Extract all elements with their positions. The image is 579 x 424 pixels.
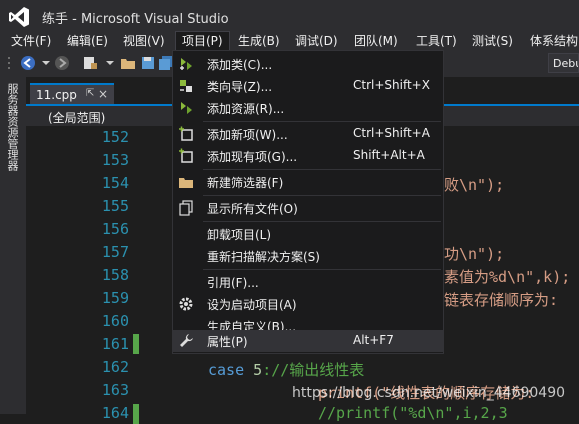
line-number: 153 <box>101 151 129 169</box>
pin-icon[interactable]: ⇱ <box>86 88 94 99</box>
line-number: 155 <box>101 197 129 215</box>
menu-item-new-filter[interactable]: 新建筛选器(F) <box>173 171 443 193</box>
visual-studio-logo-icon <box>9 7 29 27</box>
menu-item-add-class[interactable]: 添加类(C)... <box>173 53 443 75</box>
menu-item-shortcut: Ctrl+Shift+A <box>353 126 430 140</box>
menu-item-label: 设为启动项目(A) <box>207 298 297 312</box>
menu-item-class-wizard[interactable]: 类向导(Z)... Ctrl+Shift+X <box>173 75 443 97</box>
menu-item-label: 新建筛选器(F) <box>207 176 284 190</box>
menu-file[interactable]: 文件(F) <box>11 32 51 50</box>
menu-separator <box>203 269 441 270</box>
tab-label: 11.cpp <box>36 88 77 102</box>
menu-item-label: 添加新项(W)... <box>207 128 288 142</box>
wrench-icon <box>180 334 193 347</box>
back-dropdown-icon[interactable] <box>38 55 54 71</box>
back-icon[interactable] <box>20 55 36 71</box>
case-line: case 5://输出线性表 <box>208 359 364 380</box>
menu-edit[interactable]: 编辑(E) <box>67 32 108 50</box>
menu-item-show-all-files[interactable]: 显示所有文件(O) <box>173 197 443 219</box>
menu-architecture[interactable]: 体系结构 <box>530 32 578 50</box>
menu-item-shortcut: Shift+Alt+A <box>353 148 425 162</box>
menu-view[interactable]: 视图(V) <box>123 32 165 50</box>
case-keyword: case <box>208 361 245 379</box>
tab-11-cpp[interactable]: 11.cpp ⇱ × <box>30 83 114 105</box>
title-bar: 练手 - Microsoft Visual Studio <box>0 0 579 32</box>
add-existing-item-icon <box>179 148 193 163</box>
menu-item-label: 类向导(Z)... <box>207 80 273 94</box>
code-fragment: 素值为%d\n",k); <box>444 268 571 286</box>
line-number: 158 <box>101 266 129 284</box>
menu-item-shortcut: Ctrl+Shift+X <box>353 78 430 92</box>
line-number: 156 <box>101 220 129 238</box>
line-number: 157 <box>101 243 129 261</box>
menu-separator <box>203 169 441 170</box>
menu-item-shortcut: Alt+F7 <box>353 333 394 347</box>
line-number: 164 <box>101 404 129 422</box>
menu-separator <box>203 221 441 222</box>
line-number: 152 <box>101 128 129 146</box>
server-explorer-tab[interactable]: 服务器资源管理器 <box>4 83 20 171</box>
line-number: 159 <box>101 289 129 307</box>
add-new-item-icon <box>179 126 193 141</box>
show-all-files-icon <box>179 200 193 216</box>
menu-team[interactable]: 团队(M) <box>354 32 398 50</box>
save-icon[interactable] <box>140 55 156 71</box>
scope-label: (全局范围) <box>48 111 106 125</box>
change-indicator <box>133 334 139 354</box>
case-number: 5 <box>244 361 263 379</box>
code-fragment: 功\n"); <box>444 245 505 263</box>
gear-icon <box>179 297 193 311</box>
code-fragment: 败\n"); <box>444 176 505 194</box>
line-number: 160 <box>101 312 129 330</box>
menu-item-label: 属性(P) <box>207 335 248 349</box>
menu-item-label: 添加资源(R)... <box>207 102 285 116</box>
project-menu: 添加类(C)... 类向导(Z)... Ctrl+Shift+X 添加资源(R)… <box>172 50 444 354</box>
line-number: 161 <box>101 335 129 353</box>
solution-configuration-combo[interactable]: Debu <box>548 53 579 73</box>
line-number: 154 <box>101 174 129 192</box>
new-project-dropdown-icon[interactable] <box>102 55 118 71</box>
folder-icon <box>179 178 193 188</box>
menu-test[interactable]: 测试(S) <box>472 32 513 50</box>
menu-item-label: 重新扫描解决方案(S) <box>207 250 320 264</box>
add-class-icon <box>180 58 192 70</box>
menu-item-set-startup-project[interactable]: 设为启动项目(A) <box>173 293 443 315</box>
window-title: 练手 - Microsoft Visual Studio <box>42 12 229 27</box>
menu-item-label: 添加现有项(G)... <box>207 150 298 164</box>
menu-item-unload-project[interactable]: 卸载项目(L) <box>173 223 443 245</box>
menu-item-label: 添加类(C)... <box>207 58 273 72</box>
menu-item-add-new-item[interactable]: 添加新项(W)... Ctrl+Shift+A <box>173 123 443 145</box>
menu-bar: 文件(F) 编辑(E) 视图(V) 项目(P) 生成(B) 调试(D) 团队(M… <box>0 31 579 51</box>
menu-item-add-resource[interactable]: 添加资源(R)... <box>173 97 443 119</box>
watermark: https://blog.csdn.net/weixin_44690490 <box>292 385 566 401</box>
menu-separator <box>203 195 441 196</box>
code-fragment: 链表存储顺序为: <box>444 291 559 309</box>
menu-build[interactable]: 生成(B) <box>238 32 280 50</box>
menu-item-rescan-solution[interactable]: 重新扫描解决方案(S) <box>173 245 443 267</box>
open-folder-icon[interactable] <box>120 55 136 71</box>
class-wizard-icon <box>180 80 192 92</box>
menu-separator <box>203 121 441 122</box>
close-icon[interactable]: × <box>98 87 108 101</box>
add-resource-icon <box>181 102 192 114</box>
line-number: 163 <box>101 381 129 399</box>
line-number: 162 <box>101 358 129 376</box>
menu-item-label: 卸载项目(L) <box>207 228 272 242</box>
change-indicator <box>133 404 139 424</box>
menu-item-add-existing-item[interactable]: 添加现有项(G)... Shift+Alt+A <box>173 145 443 167</box>
forward-icon[interactable] <box>54 55 70 71</box>
new-project-icon[interactable] <box>82 55 98 71</box>
menu-project[interactable]: 项目(P) <box>175 31 230 51</box>
menu-debug[interactable]: 调试(D) <box>295 32 338 50</box>
case-comment: ://输出线性表 <box>262 361 365 379</box>
menu-tools[interactable]: 工具(T) <box>416 32 457 50</box>
menu-item-references[interactable]: 引用(F)... <box>173 271 443 293</box>
side-tool-rail: 服务器资源管理器 <box>0 77 26 414</box>
menu-item-label: 引用(F)... <box>207 276 259 290</box>
menu-item-label: 显示所有文件(O) <box>207 202 298 216</box>
menu-item-properties[interactable]: 属性(P) Alt+F7 <box>173 330 443 352</box>
code-fragment: //printf("%d\n",i,2,3 <box>318 404 508 422</box>
